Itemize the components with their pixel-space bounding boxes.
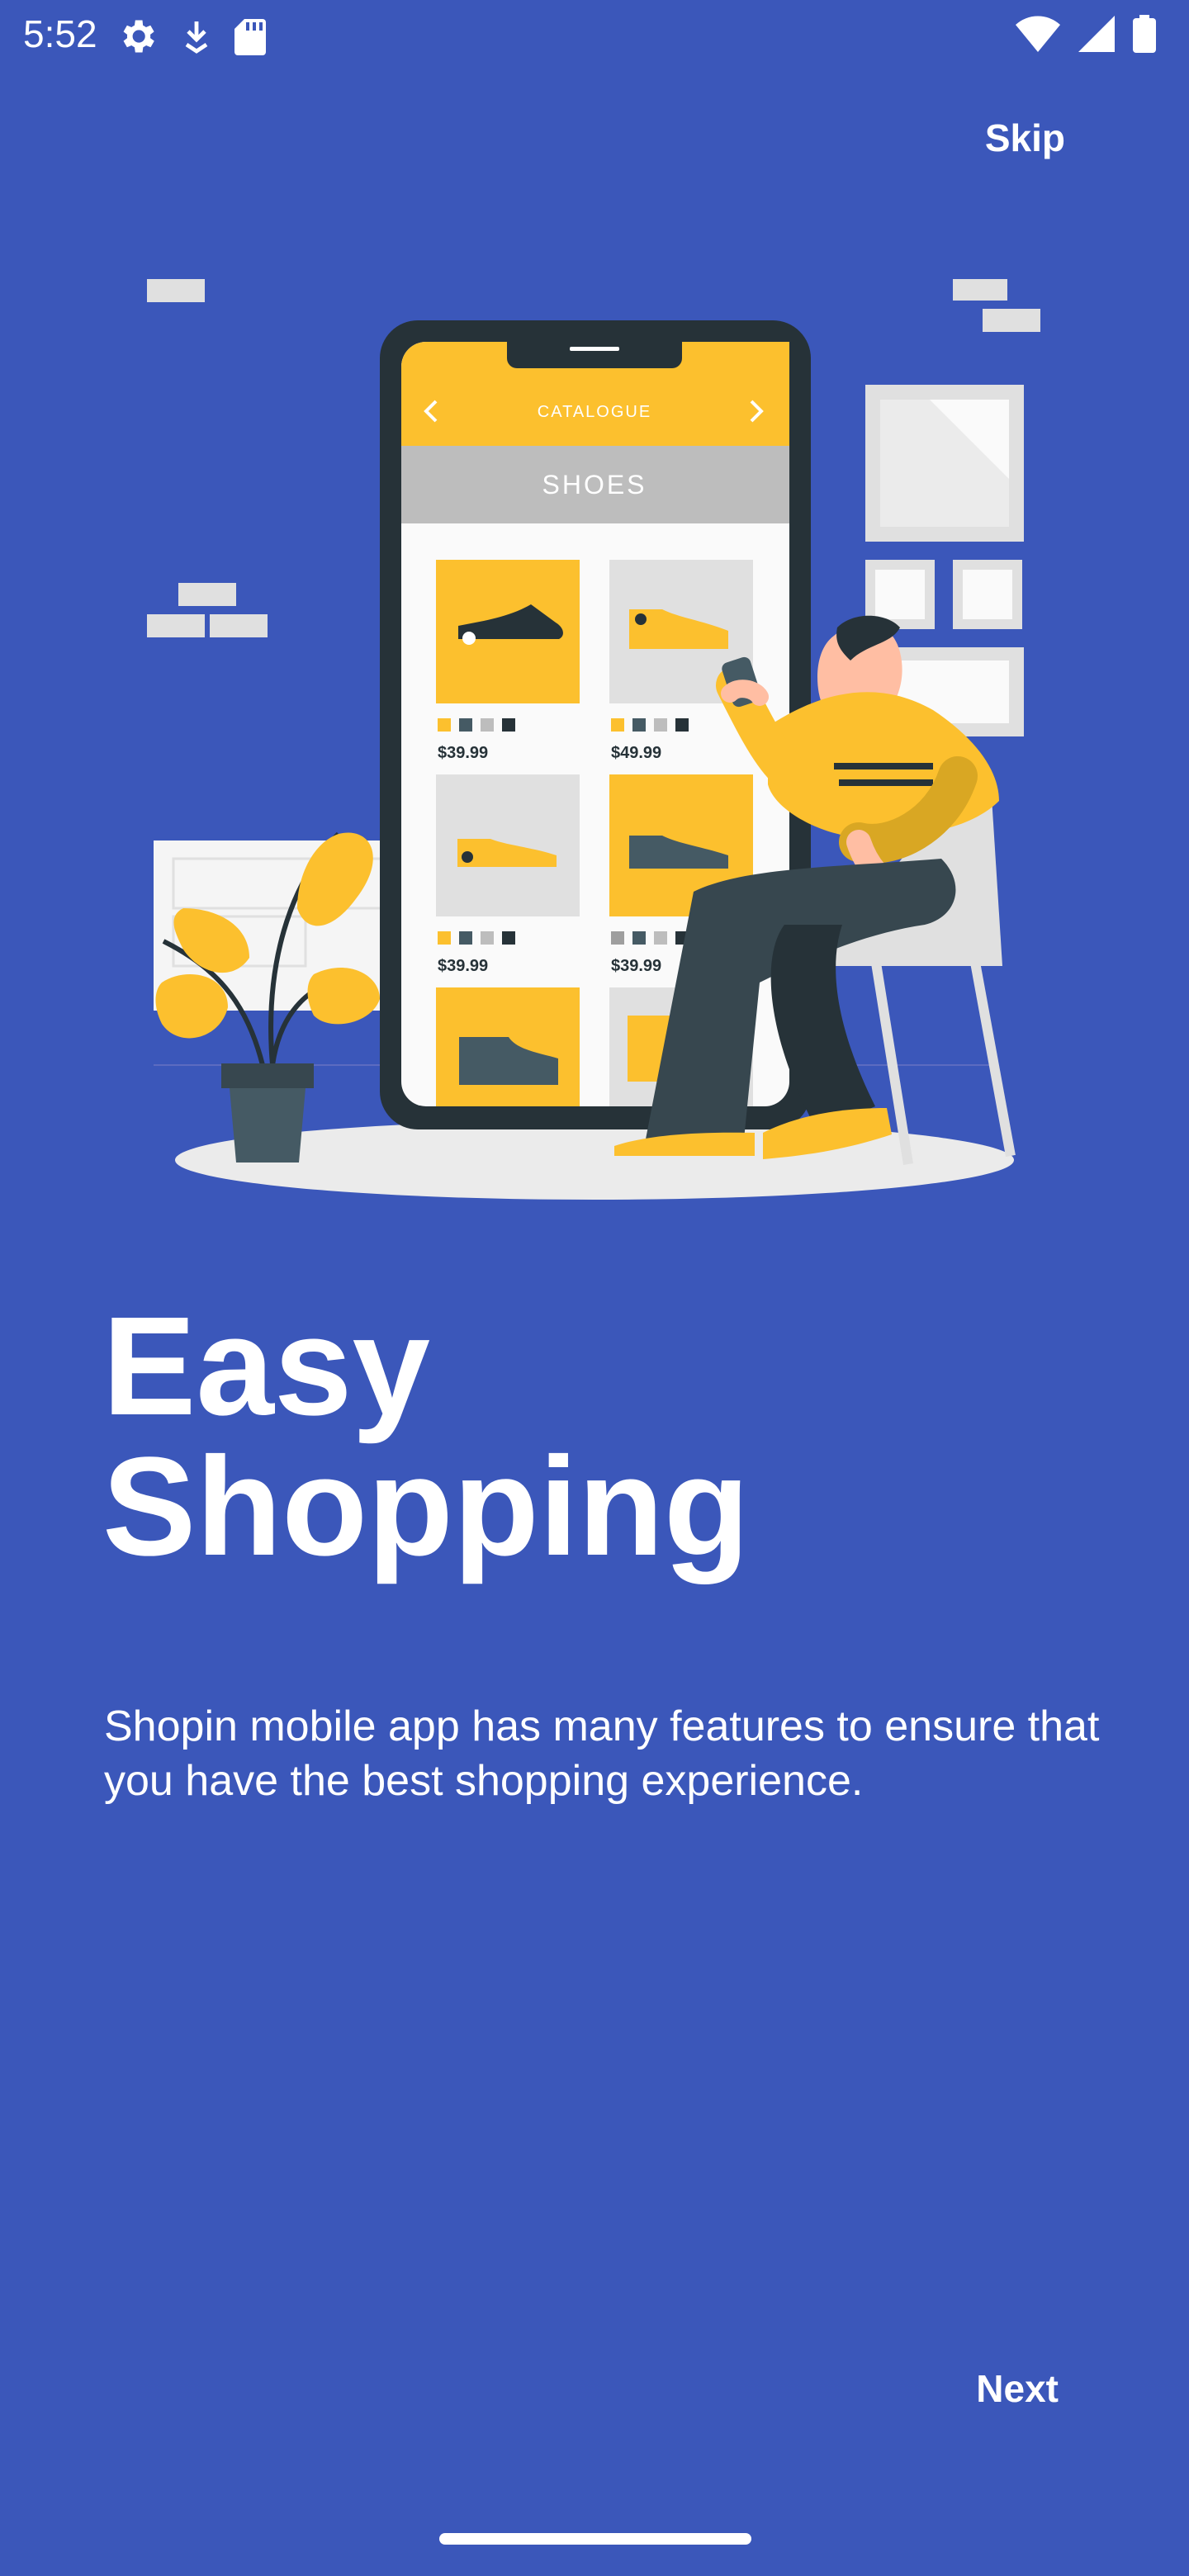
sd-card-icon bbox=[234, 19, 266, 55]
product-price-4: $39.99 bbox=[611, 957, 661, 975]
status-bar: 5:52 bbox=[0, 0, 1189, 74]
battery-icon bbox=[1133, 15, 1156, 53]
signal-icon bbox=[1078, 16, 1115, 52]
home-indicator[interactable] bbox=[439, 2533, 751, 2545]
onboarding-description: Shopin mobile app has many features to e… bbox=[104, 1702, 1100, 1805]
status-left-icons bbox=[116, 15, 266, 58]
status-time: 5:52 bbox=[23, 12, 97, 55]
category-label: SHOES bbox=[542, 470, 647, 500]
shopping-illustration: CATALOGUE SHOES $39.99 $49.99 $39.99 $39… bbox=[147, 279, 1040, 1200]
product-price-1: $39.99 bbox=[438, 744, 488, 762]
download-icon bbox=[185, 21, 208, 54]
onboarding-title-line1: Easy bbox=[102, 1288, 431, 1445]
phone-header-title: CATALOGUE bbox=[538, 403, 651, 421]
onboarding-title-line2: Shopping bbox=[102, 1428, 750, 1585]
skip-button[interactable]: Skip bbox=[985, 116, 1065, 160]
gear-icon bbox=[123, 20, 154, 53]
onboarding-title: Easy Shopping bbox=[102, 1296, 1011, 1577]
status-right-icons bbox=[1016, 15, 1156, 53]
product-price-2: $49.99 bbox=[611, 744, 661, 762]
next-button[interactable]: Next bbox=[976, 2366, 1059, 2411]
product-price-3: $39.99 bbox=[438, 957, 488, 975]
wifi-icon bbox=[1016, 16, 1060, 52]
